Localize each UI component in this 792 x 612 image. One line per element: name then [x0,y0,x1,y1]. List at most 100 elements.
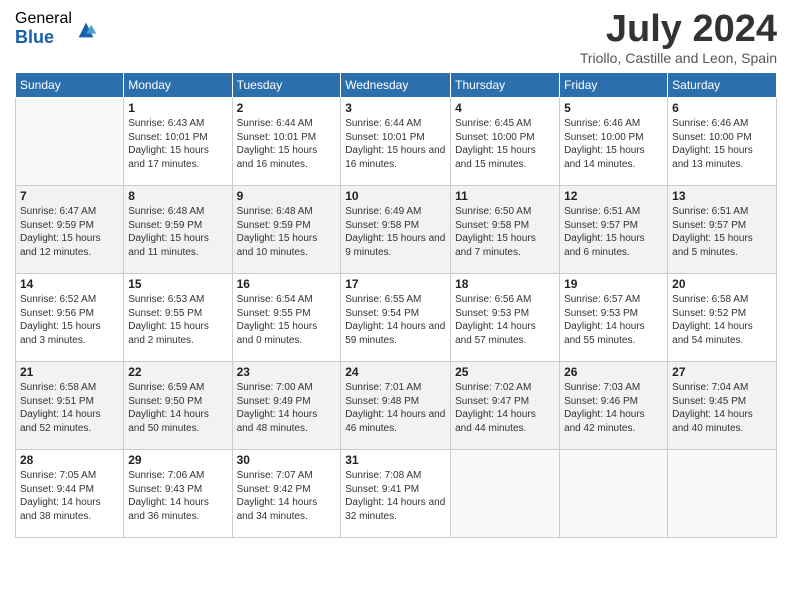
day-info: Sunrise: 6:46 AM Sunset: 10:00 PM Daylig… [672,117,772,171]
table-cell: 8 Sunrise: 6:48 AM Sunset: 9:59 PM Daylig… [124,186,232,274]
day-number: 22 [128,365,227,379]
col-thursday: Thursday [451,73,560,98]
title-area: July 2024 Triollo, Castille and Leon, Sp… [580,10,777,66]
calendar-table: Sunday Monday Tuesday Wednesday Thursday… [15,72,777,538]
day-number: 25 [455,365,555,379]
day-number: 17 [345,277,446,291]
header: General Blue July 2024 Triollo, Castille… [15,10,777,66]
table-cell: 26 Sunrise: 7:03 AM Sunset: 9:46 PM Dayli… [560,362,668,450]
day-info: Sunrise: 6:45 AM Sunset: 10:00 PM Daylig… [455,117,555,171]
day-number: 18 [455,277,555,291]
logo-blue: Blue [15,28,72,48]
col-tuesday: Tuesday [232,73,341,98]
day-number: 19 [564,277,663,291]
day-number: 1 [128,101,227,115]
day-info: Sunrise: 6:58 AM Sunset: 9:51 PM Dayligh… [20,381,119,435]
day-info: Sunrise: 7:03 AM Sunset: 9:46 PM Dayligh… [564,381,663,435]
day-info: Sunrise: 6:44 AM Sunset: 10:01 PM Daylig… [237,117,337,171]
table-cell: 4 Sunrise: 6:45 AM Sunset: 10:00 PM Dayli… [451,98,560,186]
table-cell: 19 Sunrise: 6:57 AM Sunset: 9:53 PM Dayli… [560,274,668,362]
table-cell: 15 Sunrise: 6:53 AM Sunset: 9:55 PM Dayli… [124,274,232,362]
table-cell: 1 Sunrise: 6:43 AM Sunset: 10:01 PM Dayli… [124,98,232,186]
day-info: Sunrise: 7:05 AM Sunset: 9:44 PM Dayligh… [20,469,119,523]
table-cell: 5Sunrise: 6:46 AM Sunset: 10:00 PM Dayli… [560,98,668,186]
table-cell: 6 Sunrise: 6:46 AM Sunset: 10:00 PM Dayli… [668,98,777,186]
table-cell: 31 Sunrise: 7:08 AM Sunset: 9:41 PM Dayli… [341,450,451,538]
col-wednesday: Wednesday [341,73,451,98]
day-number: 9 [237,189,337,203]
day-info: Sunrise: 7:06 AM Sunset: 9:43 PM Dayligh… [128,469,227,523]
day-info: Sunrise: 7:04 AM Sunset: 9:45 PM Dayligh… [672,381,772,435]
table-cell: 24 Sunrise: 7:01 AM Sunset: 9:48 PM Dayli… [341,362,451,450]
table-cell: 29 Sunrise: 7:06 AM Sunset: 9:43 PM Dayli… [124,450,232,538]
table-cell: 23Sunrise: 7:00 AM Sunset: 9:49 PM Dayli… [232,362,341,450]
day-number: 31 [345,453,446,467]
table-cell: 3 Sunrise: 6:44 AM Sunset: 10:01 PM Dayli… [341,98,451,186]
page: General Blue July 2024 Triollo, Castille… [0,0,792,612]
logo-text: General Blue [15,10,72,47]
table-cell: 27 Sunrise: 7:04 AM Sunset: 9:45 PM Dayli… [668,362,777,450]
day-number: 10 [345,189,446,203]
day-number: 3 [345,101,446,115]
day-info: Sunrise: 6:50 AM Sunset: 9:58 PM Dayligh… [455,205,555,259]
table-cell: 28 Sunrise: 7:05 AM Sunset: 9:44 PM Dayli… [16,450,124,538]
day-info: Sunrise: 6:43 AM Sunset: 10:01 PM Daylig… [128,117,227,171]
day-info: Sunrise: 7:00 AM Sunset: 9:49 PM Dayligh… [237,381,337,435]
table-cell: 13 Sunrise: 6:51 AM Sunset: 9:57 PM Dayli… [668,186,777,274]
day-info: Sunrise: 7:01 AM Sunset: 9:48 PM Dayligh… [345,381,446,435]
day-number: 4 [455,101,555,115]
day-number: 26 [564,365,663,379]
table-cell [16,98,124,186]
table-cell: 22 Sunrise: 6:59 AM Sunset: 9:50 PM Dayli… [124,362,232,450]
table-cell: 25Sunrise: 7:02 AM Sunset: 9:47 PM Dayli… [451,362,560,450]
day-info: Sunrise: 6:44 AM Sunset: 10:01 PM Daylig… [345,117,446,171]
day-number: 29 [128,453,227,467]
day-info: Sunrise: 6:55 AM Sunset: 9:54 PM Dayligh… [345,293,446,347]
week-row-4: 21Sunrise: 6:58 AM Sunset: 9:51 PM Dayli… [16,362,777,450]
day-info: Sunrise: 6:48 AM Sunset: 9:59 PM Dayligh… [128,205,227,259]
day-info: Sunrise: 7:07 AM Sunset: 9:42 PM Dayligh… [237,469,337,523]
table-cell: 21Sunrise: 6:58 AM Sunset: 9:51 PM Dayli… [16,362,124,450]
day-number: 12 [564,189,663,203]
day-number: 11 [455,189,555,203]
week-row-3: 14Sunrise: 6:52 AM Sunset: 9:56 PM Dayli… [16,274,777,362]
logo: General Blue [15,10,97,47]
day-number: 27 [672,365,772,379]
month-title: July 2024 [580,10,777,48]
table-cell: 16Sunrise: 6:54 AM Sunset: 9:55 PM Dayli… [232,274,341,362]
week-row-1: 1 Sunrise: 6:43 AM Sunset: 10:01 PM Dayli… [16,98,777,186]
day-info: Sunrise: 6:59 AM Sunset: 9:50 PM Dayligh… [128,381,227,435]
day-info: Sunrise: 6:53 AM Sunset: 9:55 PM Dayligh… [128,293,227,347]
table-cell: 11 Sunrise: 6:50 AM Sunset: 9:58 PM Dayli… [451,186,560,274]
day-info: Sunrise: 7:08 AM Sunset: 9:41 PM Dayligh… [345,469,446,523]
location: Triollo, Castille and Leon, Spain [580,50,777,66]
table-cell [668,450,777,538]
day-number: 28 [20,453,119,467]
day-number: 15 [128,277,227,291]
calendar-header-row: Sunday Monday Tuesday Wednesday Thursday… [16,73,777,98]
day-number: 13 [672,189,772,203]
day-info: Sunrise: 6:57 AM Sunset: 9:53 PM Dayligh… [564,293,663,347]
day-number: 16 [237,277,337,291]
col-saturday: Saturday [668,73,777,98]
col-friday: Friday [560,73,668,98]
day-number: 5 [564,101,663,115]
day-number: 8 [128,189,227,203]
table-cell: 17 Sunrise: 6:55 AM Sunset: 9:54 PM Dayli… [341,274,451,362]
table-cell [560,450,668,538]
day-info: Sunrise: 6:48 AM Sunset: 9:59 PM Dayligh… [237,205,337,259]
day-info: Sunrise: 6:51 AM Sunset: 9:57 PM Dayligh… [564,205,663,259]
week-row-2: 7Sunrise: 6:47 AM Sunset: 9:59 PM Daylig… [16,186,777,274]
day-number: 20 [672,277,772,291]
day-info: Sunrise: 6:52 AM Sunset: 9:56 PM Dayligh… [20,293,119,347]
day-number: 2 [237,101,337,115]
day-number: 6 [672,101,772,115]
day-info: Sunrise: 6:51 AM Sunset: 9:57 PM Dayligh… [672,205,772,259]
col-monday: Monday [124,73,232,98]
table-cell: 9 Sunrise: 6:48 AM Sunset: 9:59 PM Daylig… [232,186,341,274]
logo-icon [75,19,97,41]
day-info: Sunrise: 6:47 AM Sunset: 9:59 PM Dayligh… [20,205,119,259]
table-cell: 14Sunrise: 6:52 AM Sunset: 9:56 PM Dayli… [16,274,124,362]
table-cell: 30Sunrise: 7:07 AM Sunset: 9:42 PM Dayli… [232,450,341,538]
day-number: 24 [345,365,446,379]
